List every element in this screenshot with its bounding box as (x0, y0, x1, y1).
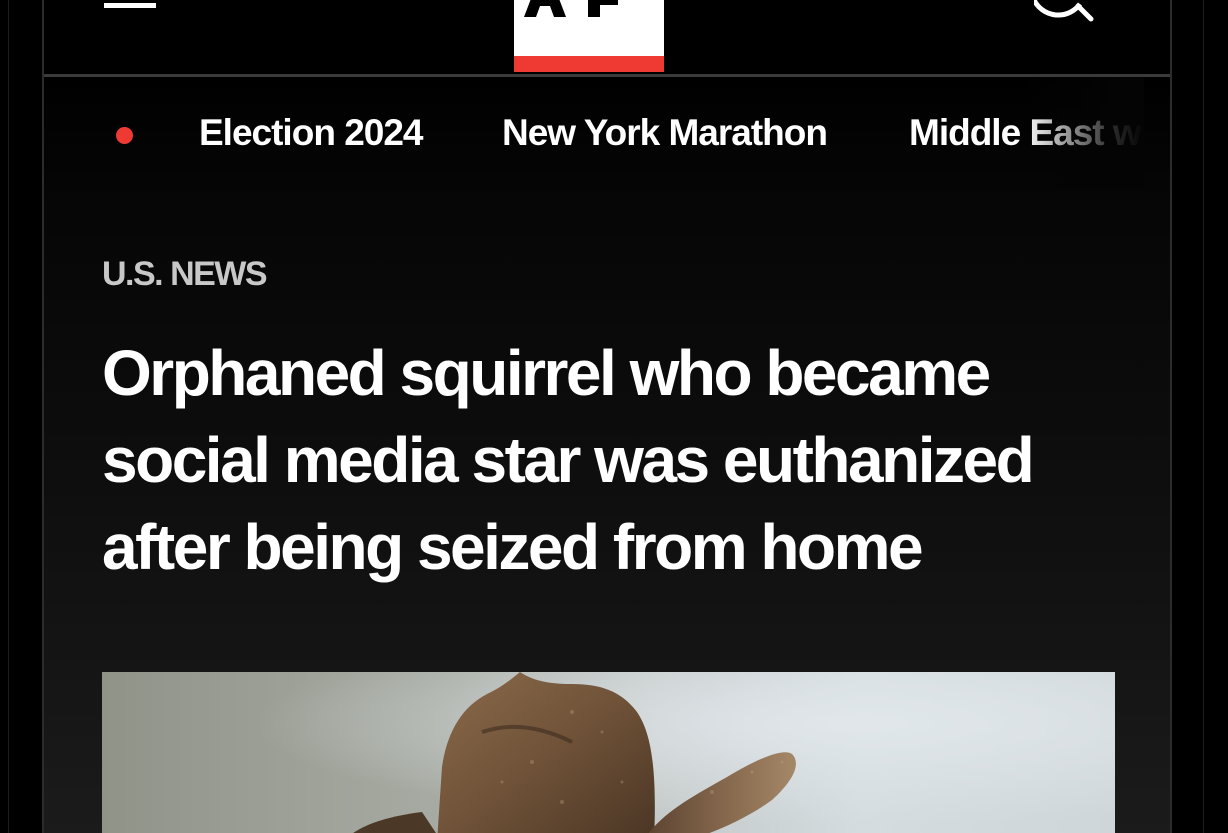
hero-image[interactable] (102, 672, 1115, 833)
nav-scroll-fade (1024, 77, 1144, 187)
live-indicator-dot (116, 127, 133, 144)
menu-icon-bar (104, 3, 156, 8)
search-icon-glyph (1031, 0, 1094, 22)
app-screen: AP Election 2024 New York Marathon Middl… (42, 0, 1172, 833)
topics-nav: Election 2024 New York Marathon Middle E… (44, 77, 1144, 187)
article-headline: Orphaned squirrel who became social medi… (102, 337, 1035, 583)
nav-item-new-york-marathon[interactable]: New York Marathon (502, 109, 828, 157)
top-header: AP (44, 0, 1170, 77)
search-icon[interactable] (1031, 0, 1102, 24)
cowboy-hat-photo (102, 672, 1115, 833)
logo-red-bar (514, 56, 664, 72)
nav-item-election-2024[interactable]: Election 2024 (199, 109, 424, 157)
ap-logo[interactable]: AP (514, 0, 664, 72)
section-label[interactable]: U.S. NEWS (102, 252, 268, 296)
hamburger-menu-icon[interactable] (102, 0, 158, 12)
